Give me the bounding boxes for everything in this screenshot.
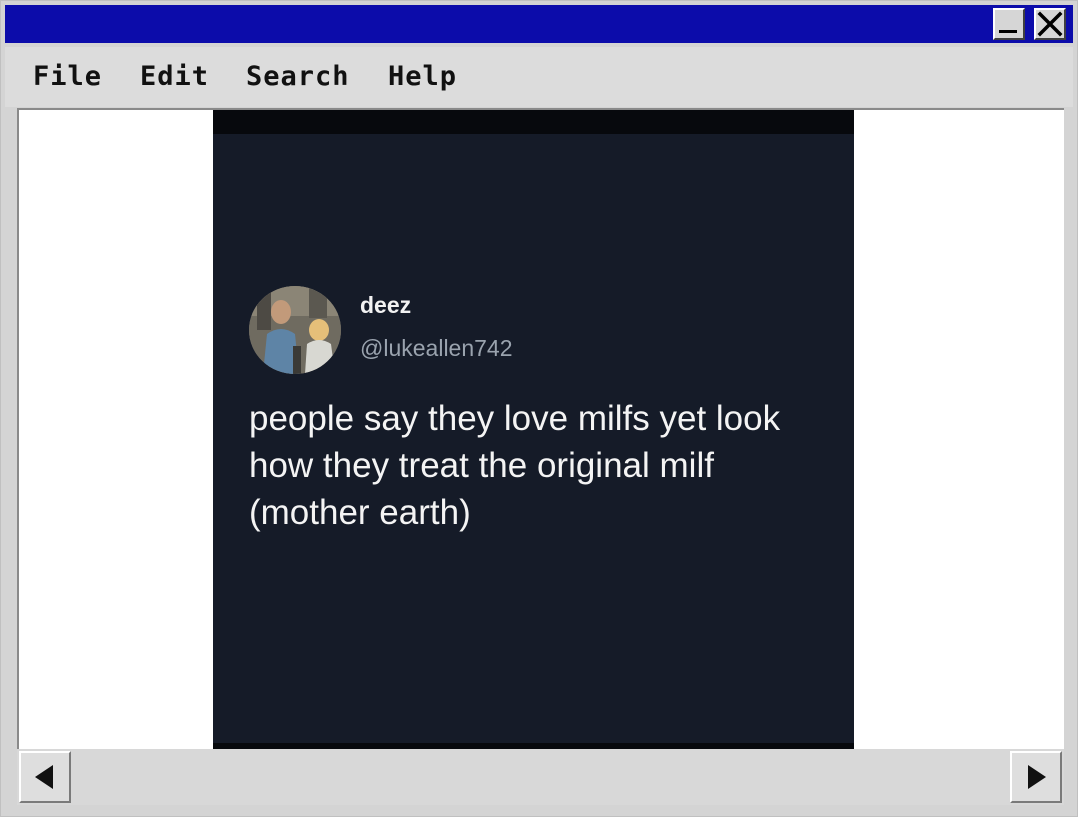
close-icon bbox=[1037, 11, 1063, 37]
avatar-photo bbox=[249, 286, 341, 374]
minimize-button[interactable] bbox=[993, 8, 1025, 40]
tweet-text-line: people say they love milfs yet look bbox=[249, 399, 781, 438]
avatar bbox=[249, 286, 341, 374]
menu-file[interactable]: File bbox=[33, 61, 102, 92]
menu-bar: File Edit Search Help bbox=[5, 47, 1073, 107]
tweet-image: deez @lukeallen742 people say they love … bbox=[213, 110, 854, 749]
tweet-text-line: how they treat the original milf bbox=[249, 446, 714, 485]
scroll-left-button[interactable] bbox=[19, 751, 71, 803]
arrow-left-icon bbox=[35, 765, 53, 789]
tweet-text: people say they love milfs yet look how … bbox=[249, 395, 839, 536]
arrow-right-icon bbox=[1028, 765, 1046, 789]
close-button[interactable] bbox=[1034, 8, 1066, 40]
content-area: deez @lukeallen742 people say they love … bbox=[17, 108, 1064, 749]
tweet-handle: @lukeallen742 bbox=[360, 335, 513, 361]
title-bar[interactable] bbox=[5, 5, 1073, 43]
menu-edit[interactable]: Edit bbox=[140, 61, 209, 92]
menu-help[interactable]: Help bbox=[388, 61, 457, 92]
tweet-display-name: deez bbox=[360, 292, 412, 318]
menu-search[interactable]: Search bbox=[246, 61, 350, 92]
scroll-right-button[interactable] bbox=[1010, 751, 1062, 803]
image-top-edge bbox=[213, 110, 854, 134]
tweet-text-line: (mother earth) bbox=[249, 493, 471, 532]
horizontal-scrollbar[interactable] bbox=[17, 749, 1064, 805]
app-window: File Edit Search Help deez @lukeallen742… bbox=[0, 0, 1078, 817]
minimize-icon bbox=[999, 30, 1017, 33]
